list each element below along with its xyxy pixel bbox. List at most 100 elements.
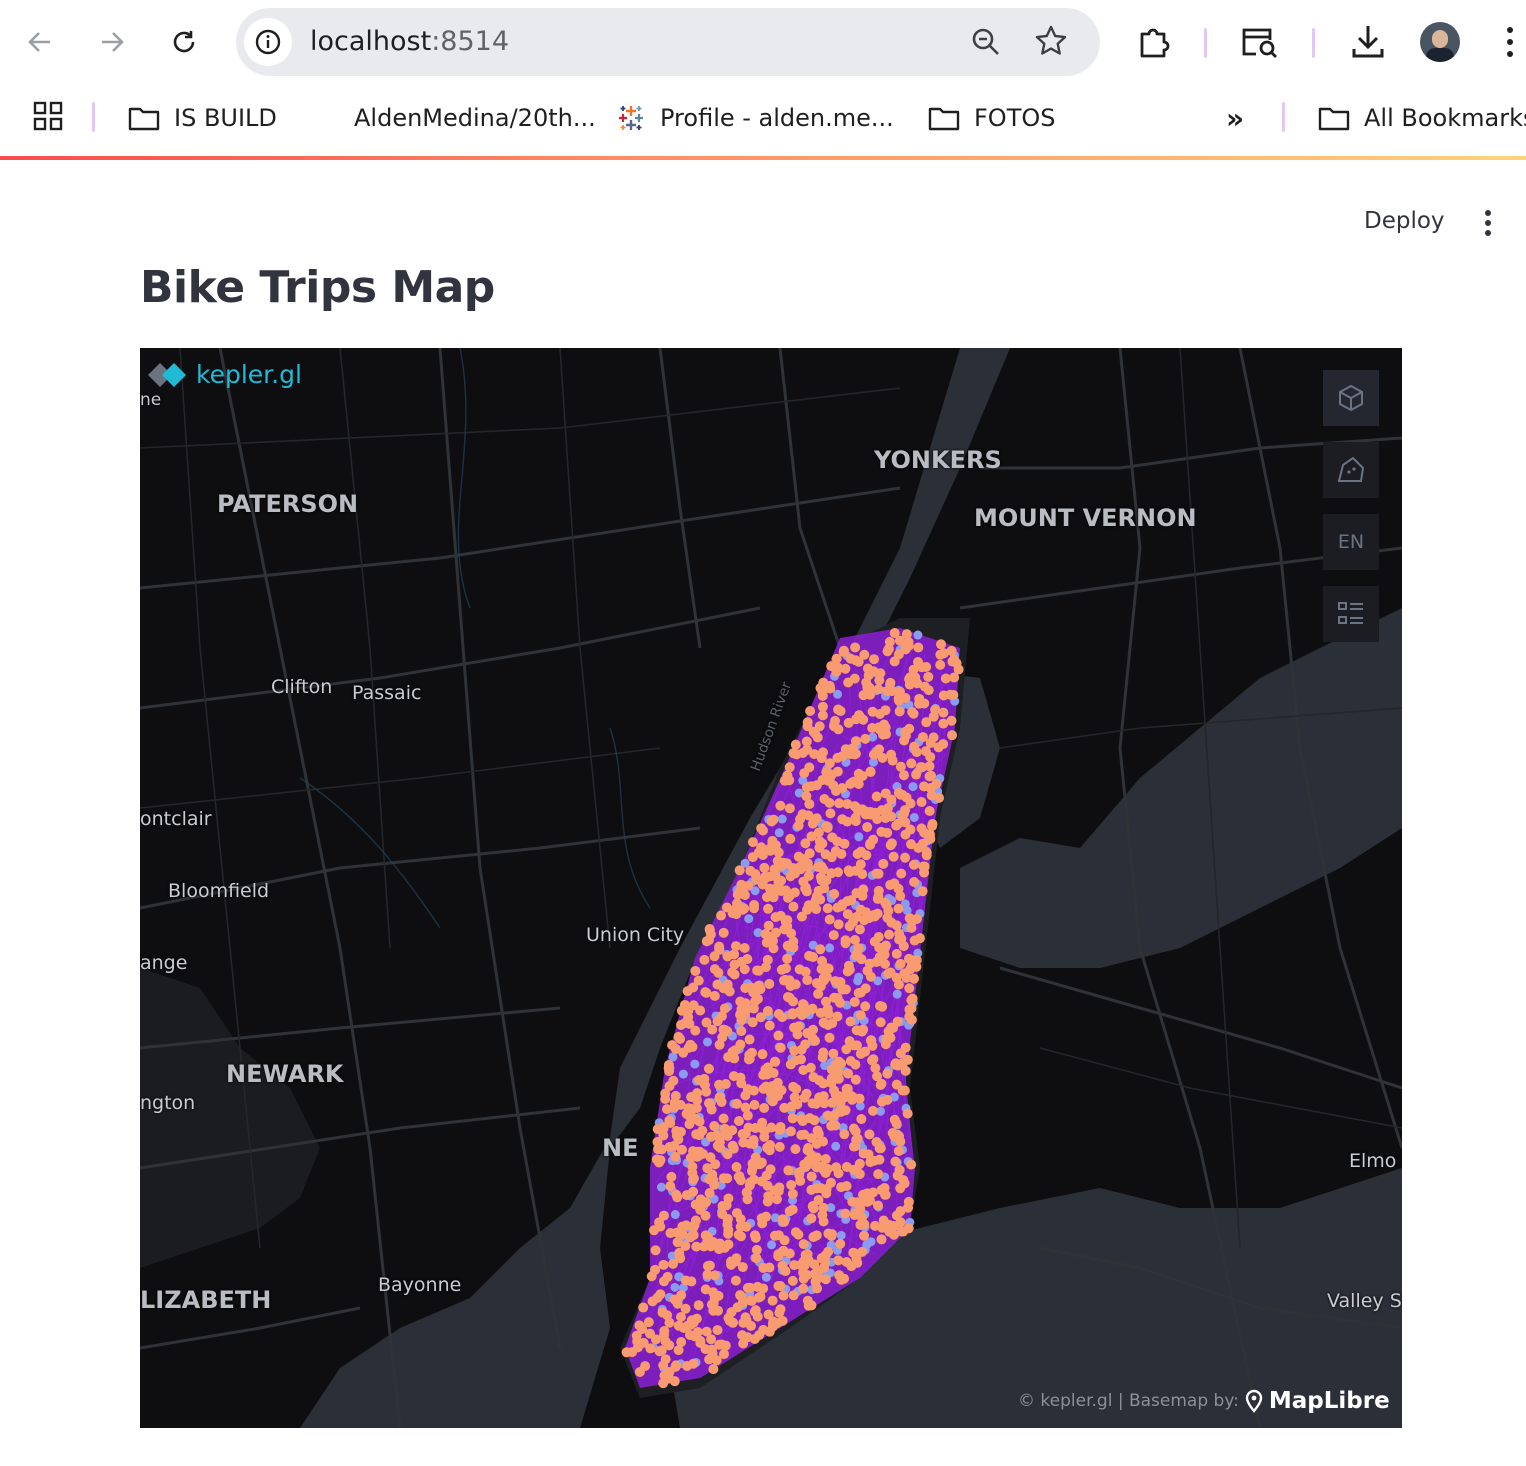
origin-point — [865, 838, 876, 849]
origin-point — [786, 1179, 797, 1190]
origin-point — [713, 1290, 724, 1301]
origin-point — [857, 869, 868, 880]
origin-point — [754, 1159, 765, 1170]
origin-point — [849, 1248, 860, 1259]
origin-point — [741, 1316, 752, 1327]
origin-point — [749, 996, 760, 1007]
bookmark-profile[interactable]: Profile - alden.me... — [616, 100, 894, 136]
place-label: ange — [140, 952, 188, 974]
locale-button[interactable]: EN — [1323, 514, 1379, 570]
origin-point — [788, 901, 799, 912]
origin-point — [878, 858, 889, 869]
origin-point — [758, 1262, 769, 1273]
origin-point — [885, 879, 896, 890]
origin-point — [816, 861, 827, 872]
origin-point — [840, 984, 851, 995]
3d-view-toggle[interactable] — [1323, 370, 1379, 426]
origin-point — [898, 941, 909, 952]
bookmarks-divider — [92, 102, 95, 132]
origin-point — [905, 798, 916, 809]
origin-point — [902, 1108, 913, 1119]
origin-point — [762, 1062, 773, 1073]
origin-point — [746, 1166, 757, 1177]
origin-point — [908, 708, 919, 719]
origin-point — [780, 974, 791, 985]
origin-point — [925, 737, 936, 748]
apps-button[interactable] — [32, 100, 64, 137]
origin-point — [833, 919, 844, 930]
origin-point — [799, 1260, 810, 1271]
origin-point — [916, 823, 927, 834]
origin-point — [867, 723, 878, 734]
deploy-button[interactable]: Deploy — [1364, 208, 1445, 234]
origin-point — [706, 1334, 717, 1345]
back-button[interactable] — [18, 20, 62, 64]
origin-point — [811, 1138, 822, 1149]
site-info-button[interactable] — [244, 18, 292, 66]
address-bar[interactable]: localhost:8514 — [236, 8, 1100, 76]
origin-point — [917, 838, 928, 849]
origin-point — [876, 826, 887, 837]
origin-point — [873, 868, 884, 879]
reload-button[interactable] — [162, 20, 206, 64]
legend-button[interactable] — [1323, 586, 1379, 642]
origin-point — [842, 798, 853, 809]
origin-point — [665, 1181, 676, 1192]
origin-point — [790, 979, 801, 990]
origin-point — [879, 1182, 890, 1193]
bookmark-star-button[interactable] — [1034, 24, 1068, 63]
all-bookmarks-button[interactable]: All Bookmarks — [1318, 100, 1526, 136]
origin-point — [852, 1257, 863, 1268]
origin-point — [873, 891, 884, 902]
bookmarks-overflow-button[interactable]: » — [1226, 100, 1244, 136]
origin-point — [855, 1048, 866, 1059]
origin-point — [927, 819, 938, 830]
origin-point — [894, 928, 905, 939]
origin-point — [850, 934, 861, 945]
draw-polygon-button[interactable] — [1323, 442, 1379, 498]
search-tabs-button[interactable] — [1240, 24, 1280, 65]
browser-menu-button[interactable] — [1500, 24, 1520, 65]
kepler-map[interactable]: ne PATERSON YONKERS MOUNT VERNON Clifton… — [140, 348, 1402, 1428]
origin-point — [817, 690, 828, 701]
origin-point — [742, 1110, 753, 1121]
tableau-icon — [619, 106, 643, 130]
place-label: Union City — [586, 924, 685, 946]
origin-point — [750, 1305, 761, 1316]
origin-point — [816, 1253, 827, 1264]
origin-point — [882, 1094, 893, 1105]
origin-point — [923, 671, 934, 682]
destination-point — [670, 1282, 680, 1292]
place-label: NEWARK — [226, 1060, 344, 1088]
origin-point — [714, 944, 725, 955]
origin-point — [899, 968, 910, 979]
origin-point — [806, 781, 817, 792]
forward-button[interactable] — [90, 20, 134, 64]
origin-point — [764, 978, 775, 989]
profile-avatar[interactable] — [1420, 22, 1460, 62]
app-menu-button[interactable] — [1478, 208, 1498, 245]
origin-point — [660, 1088, 671, 1099]
origin-point — [784, 803, 795, 814]
downloads-button[interactable] — [1350, 22, 1386, 65]
extensions-button[interactable] — [1136, 24, 1172, 65]
origin-point — [895, 1183, 906, 1194]
origin-point — [647, 1296, 658, 1307]
origin-point — [744, 1034, 755, 1045]
bookmark-aldenmedina[interactable]: AldenMedina/20th... — [320, 100, 596, 136]
origin-point — [804, 848, 815, 859]
origin-point — [850, 812, 861, 823]
origin-point — [788, 1081, 799, 1092]
bookmark-fotos[interactable]: FOTOS — [928, 100, 1055, 136]
origin-point — [836, 1182, 847, 1193]
map-attribution[interactable]: © kepler.gl | Basemap by: MapLibre — [1018, 1388, 1390, 1414]
origin-point — [826, 1230, 837, 1241]
origin-point — [645, 1328, 656, 1339]
bookmark-is-build[interactable]: IS BUILD — [128, 100, 277, 136]
origin-point — [714, 1039, 725, 1050]
origin-point — [779, 1216, 790, 1227]
origin-point — [820, 1274, 831, 1285]
place-label: LIZABETH — [140, 1286, 272, 1314]
zoom-button[interactable] — [970, 26, 1002, 63]
destination-point — [767, 1240, 777, 1250]
